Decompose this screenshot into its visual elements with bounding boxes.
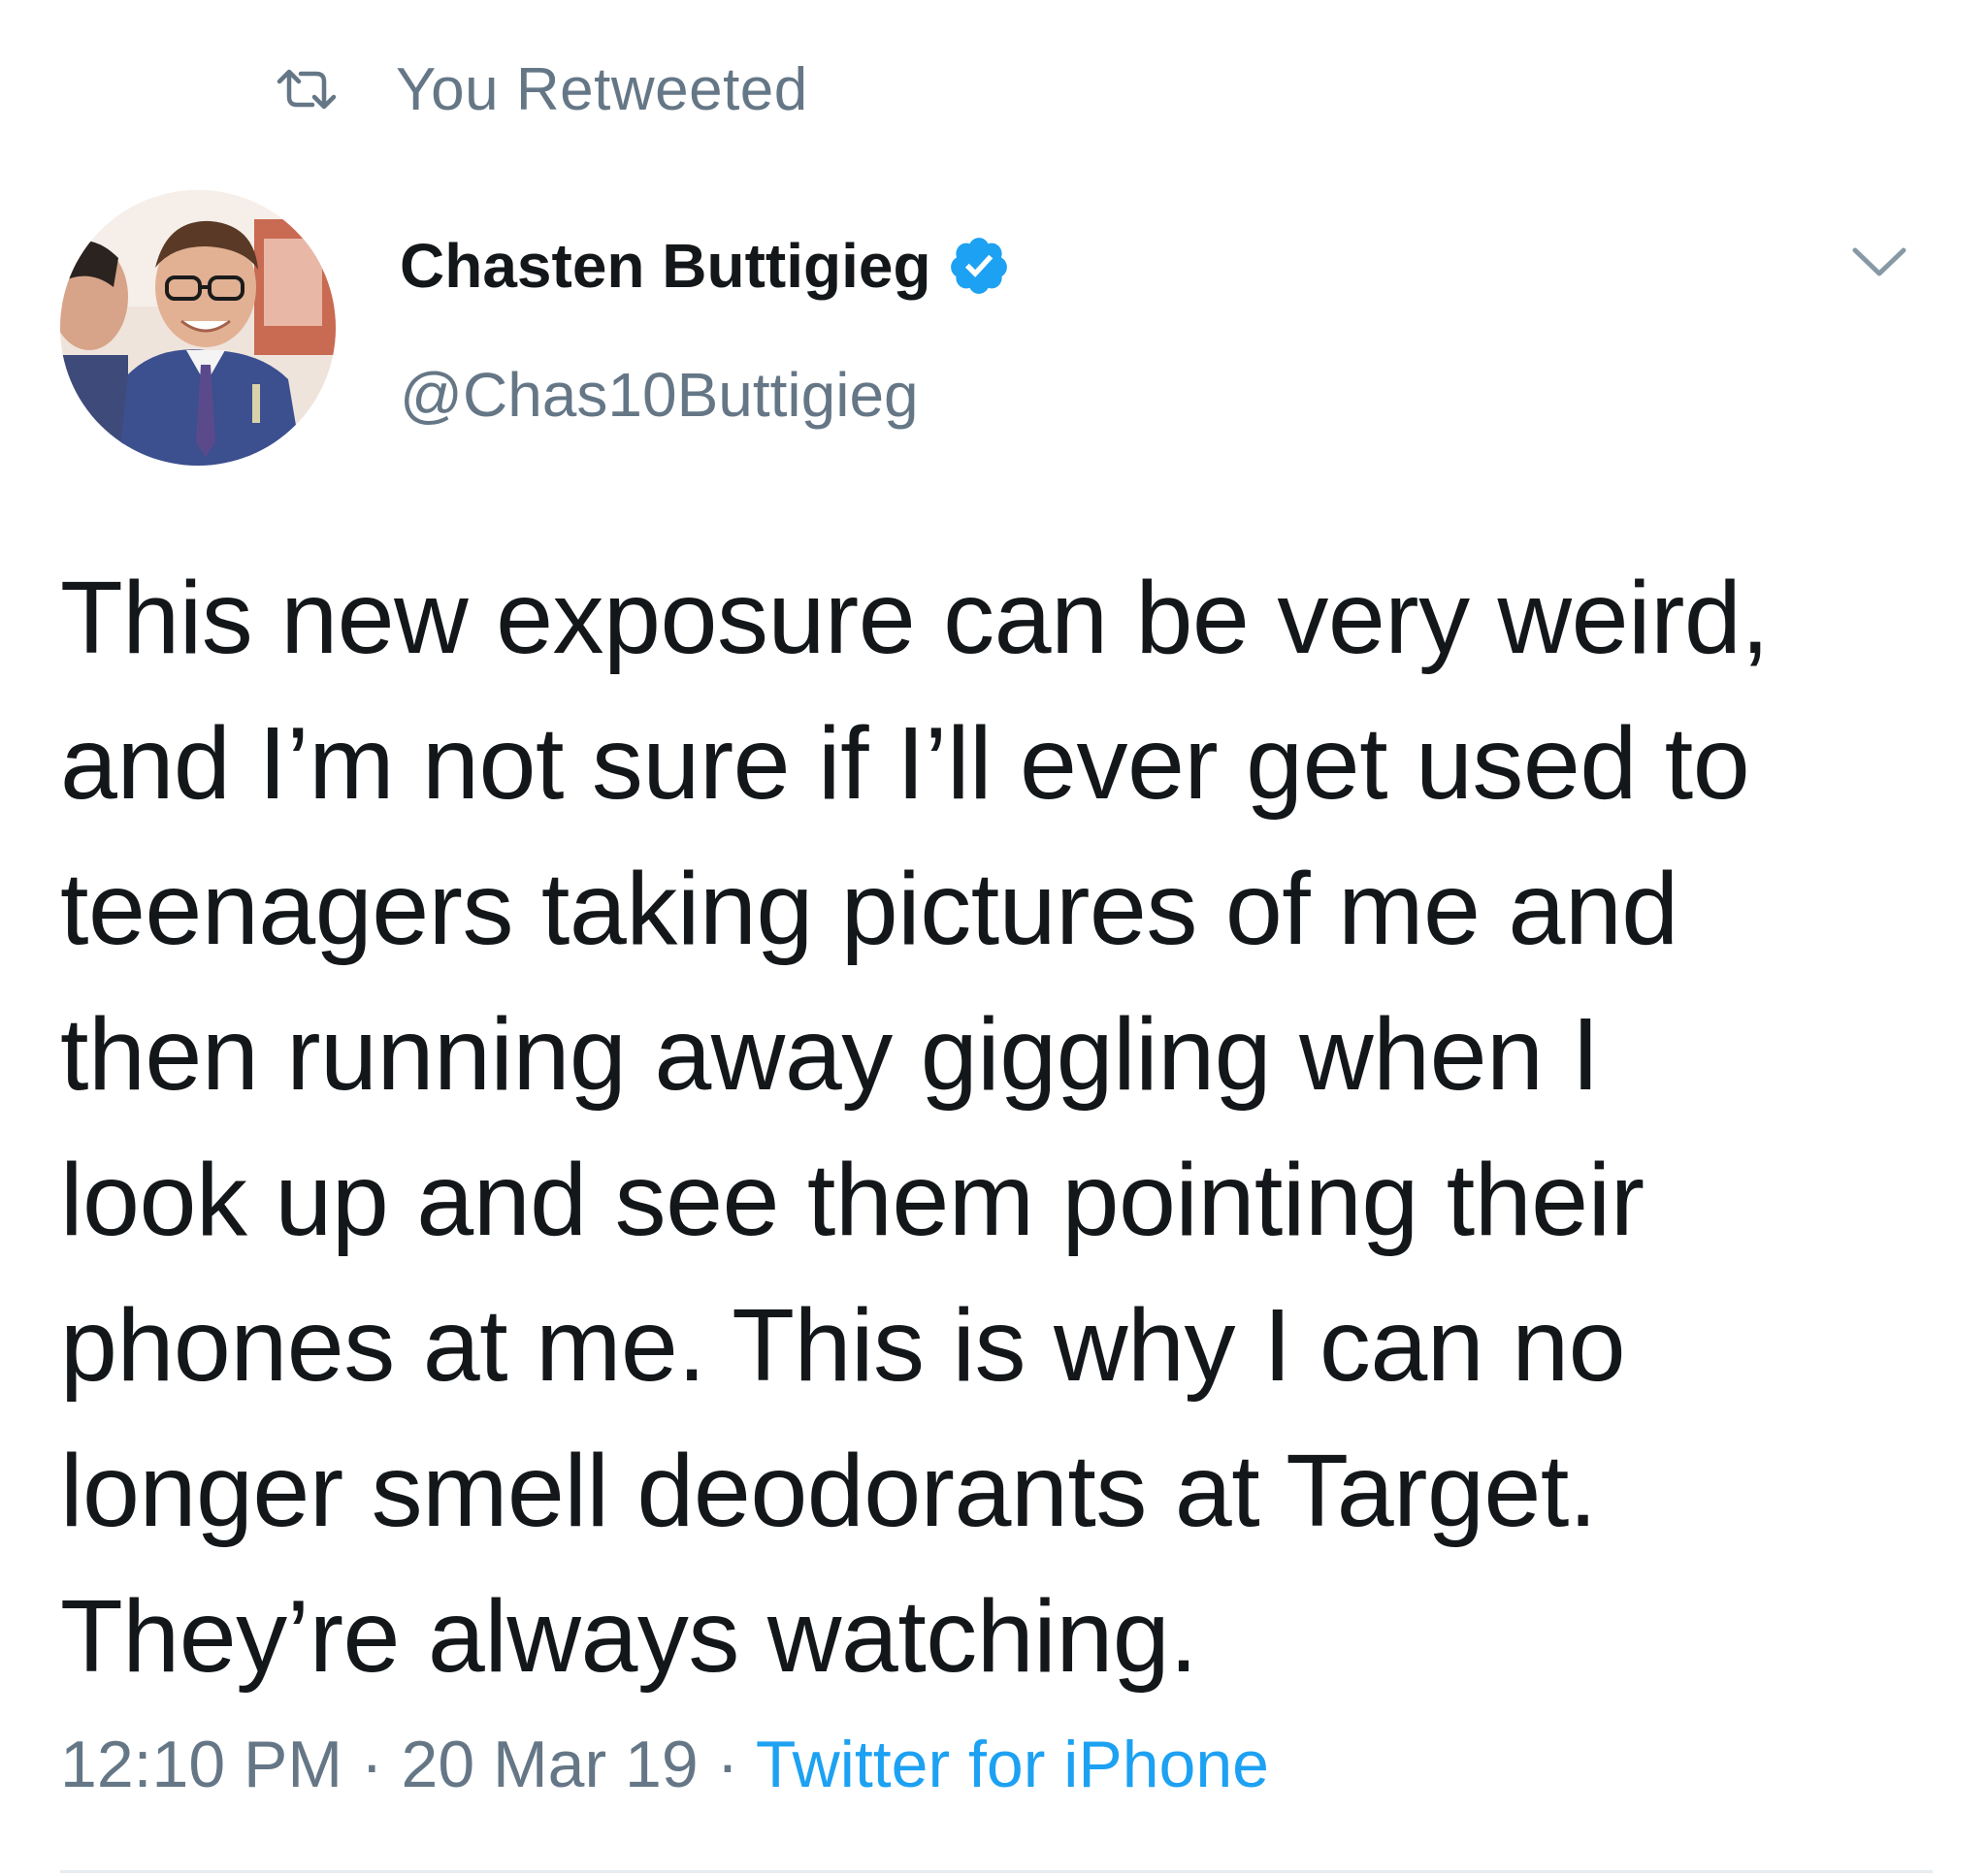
retweet-icon: [277, 69, 337, 110]
display-name[interactable]: Chasten Buttigieg: [400, 230, 931, 302]
tweet-meta: 12:10 PM · 20 Mar 19 · Twitter for iPhon…: [60, 1727, 1269, 1802]
meta-separator: ·: [698, 1728, 756, 1801]
retweet-context: You Retweeted: [276, 50, 808, 128]
avatar-photo: [60, 190, 336, 466]
retweet-label: You Retweeted: [396, 55, 808, 123]
tweet-text: This new exposure can be very weird, and…: [60, 561, 1770, 1694]
divider: [60, 1870, 1933, 1873]
tweet-source-link[interactable]: Twitter for iPhone: [756, 1728, 1269, 1801]
meta-separator: ·: [342, 1728, 402, 1801]
author-name-row[interactable]: Chasten Buttigieg: [400, 225, 1011, 307]
chevron-down-icon[interactable]: [1851, 244, 1907, 281]
avatar[interactable]: [60, 190, 336, 466]
tweet-date[interactable]: 20 Mar 19: [402, 1728, 699, 1801]
verified-badge-icon: [950, 238, 1007, 294]
author-handle[interactable]: @Chas10Buttigieg: [400, 359, 919, 431]
tweet-time[interactable]: 12:10 PM: [60, 1728, 342, 1801]
